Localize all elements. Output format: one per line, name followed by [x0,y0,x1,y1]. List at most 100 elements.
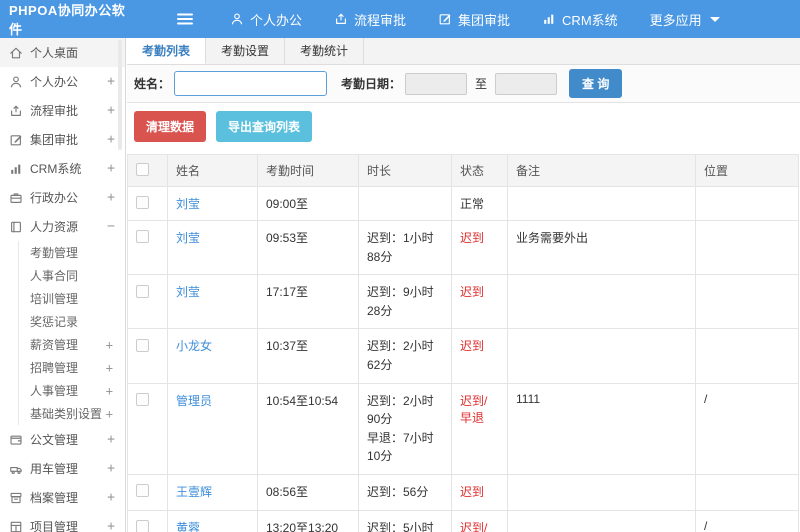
select-all-header [127,154,168,187]
duration-line: 迟到：9小时28分 [367,285,434,318]
location-cell [695,274,799,330]
duration-cell: 迟到：5小时33分早退：4小时67分 [358,509,452,532]
location-cell: / [695,382,799,475]
sidebar-subitem-1[interactable]: 考勤管理 [19,241,125,264]
duration-cell: 迟到：56分 [358,473,452,511]
query-button[interactable]: 查 询 [569,69,623,98]
clean-data-button[interactable]: 清理数据 [134,111,207,142]
row-checkbox[interactable] [136,519,149,532]
hamburger-menu-icon[interactable] [174,8,196,30]
tab-1[interactable]: 考勤列表 [127,38,207,64]
sidebar-item-11[interactable]: 项目管理 + [0,512,125,532]
row-checkbox[interactable] [136,392,149,406]
time-cell: 10:54至10:54 [257,382,359,475]
status-cell: 正常 [451,186,508,221]
date-to-input[interactable] [495,72,558,95]
share-icon [334,12,348,26]
column-header-4: 状态 [451,154,508,187]
date-from-input[interactable] [405,72,468,95]
sidebar-item-2[interactable]: 个人办公 + [0,67,125,96]
topnav-label: 集团审批 [458,12,511,28]
row-checkbox[interactable] [136,196,149,210]
expand-indicator: + [107,519,115,532]
sidebar-item-9[interactable]: 用车管理 + [0,454,125,483]
topnav-item-5[interactable]: 更多应用 [634,0,736,38]
employee-name-link[interactable]: 小龙女 [176,339,212,353]
sidebar-item-label: 人力资源 [30,220,79,234]
sidebar-subitem-label: 招聘管理 [30,361,79,375]
row-select-cell [127,328,168,384]
row-checkbox[interactable] [136,338,149,352]
sidebar-subitem-label: 薪资管理 [30,338,79,352]
time-cell: 13:20至13:20 [257,509,359,532]
tab-2[interactable]: 考勤设置 [206,38,286,64]
doc-icon [9,433,23,447]
row-checkbox[interactable] [136,284,149,298]
employee-name-link[interactable]: 刘莹 [176,285,200,299]
status-cell: 迟到 [451,219,508,276]
sidebar-item-3[interactable]: 流程审批 + [0,96,125,125]
sidebar-subitem-label: 培训管理 [30,292,79,306]
employee-name-link[interactable]: 刘莹 [176,197,200,211]
employee-name-link[interactable]: 管理员 [176,394,212,408]
note-cell [507,509,696,532]
status-cell: 迟到/早退 [451,382,508,475]
topnav-item-3[interactable]: 集团审批 [422,0,526,38]
time-cell: 08:56至 [257,473,359,511]
table-row: 刘莹 09:00至 正常 [127,186,799,221]
user-icon [9,75,23,89]
name-filter-input[interactable] [174,71,328,96]
status-badge: 迟到 [460,484,485,499]
share-icon [9,104,23,118]
filter-bar: 姓名： 考勤日期： 至 查 询 [127,65,800,103]
note-cell [507,274,696,330]
duration-line: 迟到：2小时62分 [367,339,434,372]
status-cell: 迟到 [451,328,508,384]
employee-name-link[interactable]: 刘莹 [176,231,200,245]
expand-indicator: + [107,132,115,147]
note-cell: 1111 [507,382,696,475]
top-navigation: 个人办公 流程审批 集团审批 CRM系统 更多应用 [214,0,736,38]
duration-cell: 迟到：1小时88分 [358,219,452,276]
export-list-button[interactable]: 导出查询列表 [216,111,313,142]
sidebar-subitem-3[interactable]: 培训管理 [19,287,125,310]
sidebar-item-10[interactable]: 档案管理 + [0,483,125,512]
status-cell: 迟到 [451,274,508,330]
sidebar-item-4[interactable]: 集团审批 + [0,125,125,154]
topnav-item-1[interactable]: 个人办公 [214,0,318,38]
select-all-checkbox[interactable] [136,163,149,177]
sidebar-subitem-6[interactable]: 招聘管理 + [19,356,125,379]
topnav-item-4[interactable]: CRM系统 [526,0,634,38]
sidebar-subitem-5[interactable]: 薪资管理 + [19,333,125,356]
note-cell [507,186,696,221]
user-icon [230,12,244,26]
sidebar-item-8[interactable]: 公文管理 + [0,425,125,454]
row-select-cell [127,186,168,221]
expand-indicator: + [105,337,113,352]
sidebar-scrollbar[interactable] [118,40,122,150]
sidebar-subitem-4[interactable]: 奖惩记录 [19,310,125,333]
name-cell: 刘莹 [167,186,258,221]
sidebar-item-7[interactable]: 人力资源 − [0,212,125,241]
column-header-1: 姓名 [167,154,258,187]
sidebar-subitem-2[interactable]: 人事合同 [19,264,125,287]
sidebar-item-5[interactable]: CRM系统 + [0,154,125,183]
row-checkbox[interactable] [136,230,149,244]
time-cell: 17:17至 [257,274,359,330]
sidebar-item-6[interactable]: 行政办公 + [0,183,125,212]
topnav-item-2[interactable]: 流程审批 [318,0,422,38]
sidebar-item-1[interactable]: 个人桌面 [0,38,125,67]
expand-indicator: + [105,360,113,375]
tab-3[interactable]: 考勤统计 [285,38,365,64]
topnav-label: CRM系统 [562,12,618,28]
sidebar-subitem-8[interactable]: 基础类别设置 + [19,402,125,425]
sidebar-subitem-7[interactable]: 人事管理 + [19,379,125,402]
chart-icon [542,12,556,26]
duration-cell [358,186,452,221]
location-cell [695,473,799,511]
employee-name-link[interactable]: 王壹辉 [176,485,212,499]
row-checkbox[interactable] [136,484,149,498]
table-row: 刘莹 09:53至 迟到：1小时88分 迟到 业务需要外出 [127,219,799,276]
topnav-label: 个人办公 [250,12,303,28]
employee-name-link[interactable]: 黄蓉 [176,521,200,532]
